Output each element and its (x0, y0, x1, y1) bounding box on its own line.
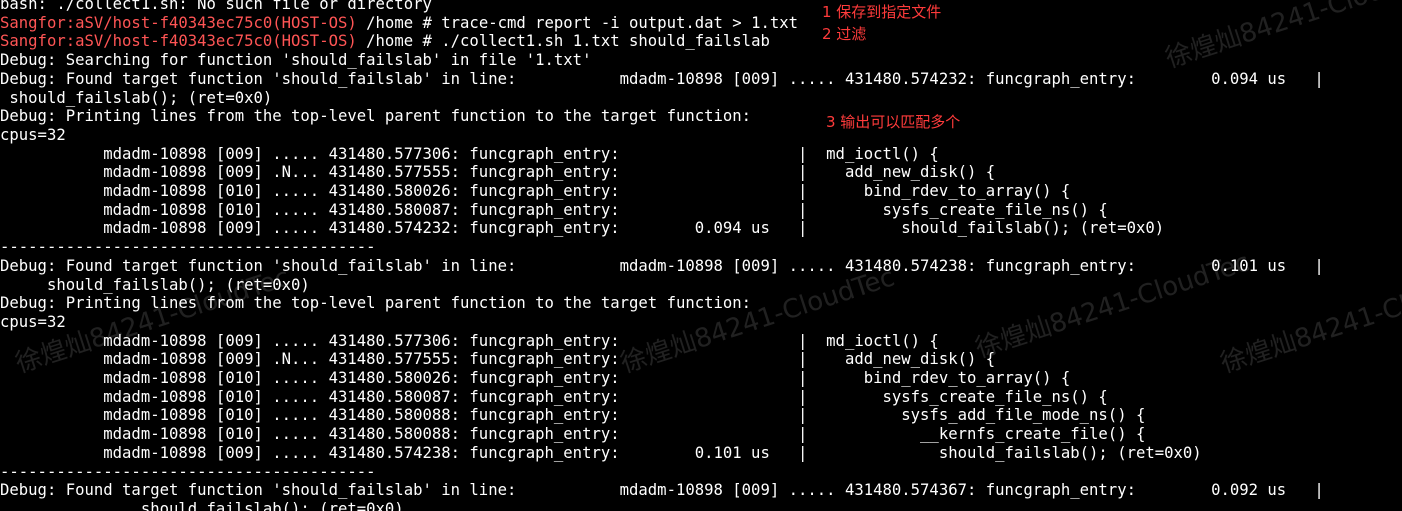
terminal-line: Debug: Found target function 'should_fai… (0, 257, 1324, 276)
watermark-text: 徐煌灿84241-CloudTec (1161, 0, 1402, 75)
terminal-line: Debug: Searching for function 'should_fa… (0, 51, 591, 70)
terminal-line: mdadm-10898 [009] ..... 431480.577306: f… (0, 145, 939, 164)
terminal-line: Debug: Printing lines from the top-level… (0, 294, 751, 313)
terminal-text: should_failslab(); (ret=0x0) (0, 499, 404, 511)
terminal-text: mdadm-10898 [009] .N... 431480.577555: f… (0, 350, 996, 369)
terminal-line: mdadm-10898 [010] ..... 431480.580088: f… (0, 406, 1145, 425)
terminal-line: should_failslab(); (ret=0x0) (0, 89, 272, 108)
terminal-text: ---------------------------------------- (0, 462, 376, 481)
terminal-line: cpus=32 (0, 313, 66, 332)
terminal-text: Debug: Found target function 'should_fai… (0, 481, 1324, 500)
terminal-line: ---------------------------------------- (0, 463, 376, 482)
terminal-line: Sangfor:aSV/host-f40343ec75c0(HOST-OS) /… (0, 32, 770, 51)
shell-prompt: Sangfor:aSV/host-f40343ec75c0(HOST-OS) (0, 32, 357, 51)
terminal-text: mdadm-10898 [009] ..... 431480.574238: f… (0, 443, 1202, 462)
terminal-line: cpus=32 (0, 126, 66, 145)
terminal-line: Sangfor:aSV/host-f40343ec75c0(HOST-OS) /… (0, 14, 798, 33)
terminal-line: mdadm-10898 [009] ..... 431480.574238: f… (0, 443, 1202, 463)
terminal-text: mdadm-10898 [010] ..... 431480.580088: f… (0, 406, 1146, 425)
terminal-line: Debug: Found target function 'should_fai… (0, 481, 1324, 500)
terminal-text: mdadm-10898 [009] ..... 431480.577306: f… (0, 331, 939, 350)
terminal-window[interactable]: bash: ./collect1.sh: No such file or dir… (0, 0, 1402, 511)
terminal-text: mdadm-10898 [010] ..... 431480.580087: f… (0, 200, 1108, 219)
terminal-line: should_failslab(); (ret=0x0) (0, 276, 310, 295)
terminal-line: mdadm-10898 [009] ..... 431480.574232: f… (0, 219, 1164, 238)
terminal-text: mdadm-10898 [010] ..... 431480.580088: f… (0, 425, 1146, 444)
terminal-line: mdadm-10898 [009] ..... 431480.577306: f… (0, 332, 939, 351)
terminal-text: mdadm-10898 [010] ..... 431480.580087: f… (0, 387, 1108, 406)
terminal-line: Debug: Found target function 'should_fai… (0, 70, 1324, 89)
terminal-line: bash: ./collect1.sh: No such file or dir… (0, 0, 432, 14)
terminal-line: Debug: Printing lines from the top-level… (0, 107, 751, 126)
annotation-multiple-matches: 3 输出可以匹配多个 (826, 113, 961, 131)
annotation-save-to-file: 1 保存到指定文件 (822, 3, 942, 21)
terminal-text: cpus=32 (0, 125, 66, 144)
terminal-line: mdadm-10898 [010] ..... 431480.580026: f… (0, 182, 1070, 201)
terminal-line: ---------------------------------------- (0, 238, 376, 257)
terminal-text: Debug: Found target function 'should_fai… (0, 69, 1324, 88)
annotation-filter: 2 过滤 (822, 25, 867, 43)
terminal-text: should_failslab(); (ret=0x0) (0, 88, 273, 107)
terminal-text: mdadm-10898 [010] ..... 431480.580026: f… (0, 182, 1071, 200)
terminal-text: Debug: Found target function 'should_fai… (0, 256, 1324, 275)
terminal-text: mdadm-10898 [009] ..... 431480.577306: f… (0, 144, 939, 163)
terminal-text: Debug: Searching for function 'should_fa… (0, 51, 592, 70)
terminal-line: mdadm-10898 [009] .N... 431480.577555: f… (0, 350, 995, 369)
terminal-line: mdadm-10898 [010] ..... 431480.580026: f… (0, 369, 1070, 388)
terminal-text: Debug: Printing lines from the top-level… (0, 294, 752, 313)
terminal-text: /home # ./collect1.sh 1.txt should_fails… (356, 32, 770, 51)
terminal-text: mdadm-10898 [009] .N... 431480.577555: f… (0, 163, 996, 182)
terminal-line: mdadm-10898 [009] .N... 431480.577555: f… (0, 163, 995, 182)
terminal-text: /home # trace-cmd report -i output.dat >… (356, 13, 799, 32)
terminal-line: should_failslab(); (ret=0x0) (0, 500, 404, 511)
shell-prompt: Sangfor:aSV/host-f40343ec75c0(HOST-OS) (0, 13, 357, 32)
terminal-line: mdadm-10898 [010] ..... 431480.580088: f… (0, 425, 1145, 444)
terminal-text: Debug: Printing lines from the top-level… (0, 107, 752, 126)
terminal-line: mdadm-10898 [010] ..... 431480.580087: f… (0, 201, 1108, 220)
terminal-text: should_failslab(); (ret=0x0) (0, 275, 310, 294)
terminal-text: ---------------------------------------- (0, 238, 376, 257)
terminal-text: bash: ./collect1.sh: No such file or dir… (0, 0, 432, 13)
terminal-line: mdadm-10898 [010] ..... 431480.580087: f… (0, 388, 1108, 407)
terminal-text: cpus=32 (0, 312, 66, 331)
terminal-text: mdadm-10898 [009] ..... 431480.574232: f… (0, 219, 1165, 238)
terminal-text: mdadm-10898 [010] ..... 431480.580026: f… (0, 369, 1071, 387)
